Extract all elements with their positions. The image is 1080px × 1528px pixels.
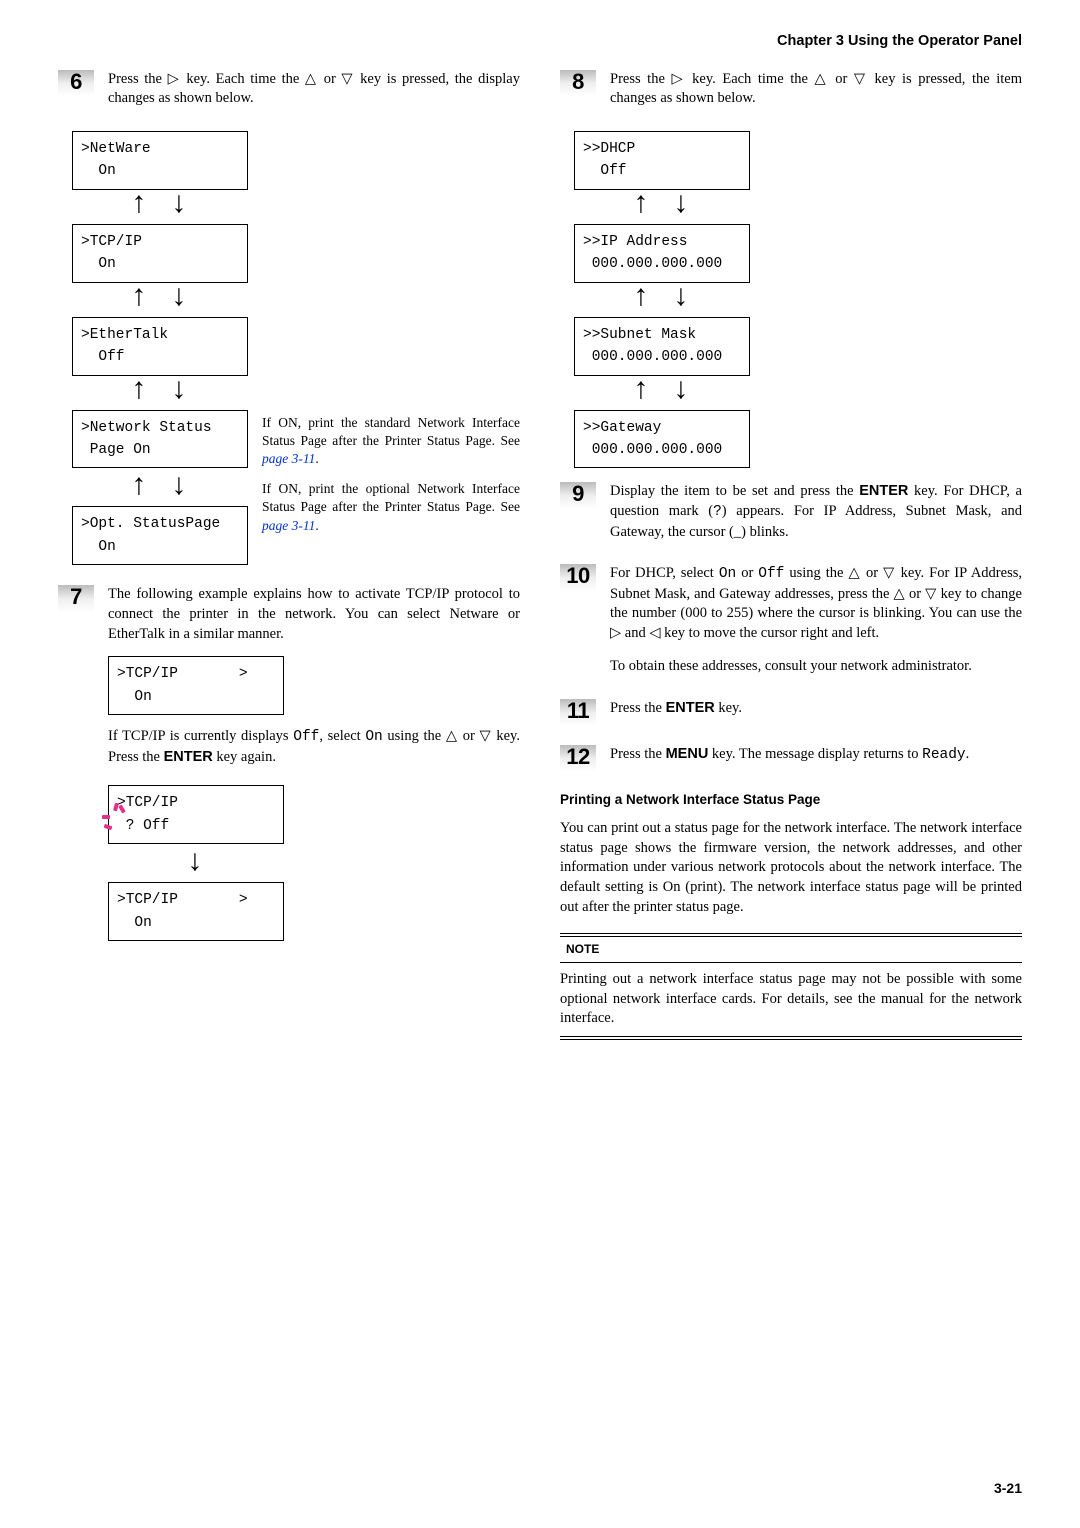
left-triangle-icon: ◁ <box>649 625 660 641</box>
section-body: You can print out a status page for the … <box>560 819 1022 917</box>
blink-cursor-icon <box>106 807 130 831</box>
lcd-tcpip-off-blink: >TCP/IP ? Off <box>108 785 284 844</box>
lcd-gateway: >>Gateway 000.000.000.000 <box>574 410 750 469</box>
step-6-text: Press the ▷ key. Each time the △ or ▽ ke… <box>108 70 520 109</box>
up-triangle-icon: △ <box>305 71 318 87</box>
annotation-network-status: If ON, print the standard Network Interf… <box>262 410 520 469</box>
lcd-subnet-mask: >>Subnet Mask 000.000.000.000 <box>574 317 750 376</box>
step-8-text: Press the ▷ key. Each time the △ or ▽ ke… <box>610 70 1022 109</box>
annotation-opt-status: If ON, print the optional Network Interf… <box>262 476 520 535</box>
page-link[interactable]: page 3-11 <box>262 451 315 466</box>
right-triangle-icon: ▷ <box>671 71 685 87</box>
lcd-tcpip-on-arrow: >TCP/IP > On <box>108 656 284 715</box>
step-number: 7 <box>58 585 94 612</box>
page-number: 3-21 <box>994 1479 1022 1498</box>
section-heading: Printing a Network Interface Status Page <box>560 791 1022 809</box>
step-10: 10 For DHCP, select On or Off using the … <box>560 564 1022 685</box>
up-triangle-icon: △ <box>815 71 829 87</box>
step-number: 6 <box>58 70 94 97</box>
updown-arrow-icon: ↑ ↓ <box>574 376 750 406</box>
up-triangle-icon: △ <box>848 565 861 581</box>
right-triangle-icon: ▷ <box>610 625 621 641</box>
step-9-text: Display the item to be set and press the… <box>610 482 1022 542</box>
step-11: 11 Press the ENTER key. <box>560 699 1022 727</box>
updown-arrow-icon: ↑ ↓ <box>72 376 248 406</box>
step-6: 6 Press the ▷ key. Each time the △ or ▽ … <box>58 70 520 117</box>
updown-arrow-icon: ↑ ↓ <box>72 283 248 313</box>
updown-arrow-icon: ↑ ↓ <box>574 190 750 220</box>
lcd-opt-statuspage: >Opt. StatusPage On <box>72 506 248 565</box>
step-10-text-1: For DHCP, select On or Off using the △ o… <box>610 564 1022 643</box>
step-number: 11 <box>560 699 596 726</box>
step-number: 8 <box>560 70 596 97</box>
lcd-ip-address: >>IP Address 000.000.000.000 <box>574 224 750 283</box>
lcd-dhcp: >>DHCP Off <box>574 131 750 190</box>
down-triangle-icon: ▽ <box>480 728 492 744</box>
lcd-network-status: >Network Status Page On <box>72 410 248 469</box>
step-number: 9 <box>560 482 596 509</box>
updown-arrow-icon: ↑ ↓ <box>574 283 750 313</box>
down-triangle-icon: ▽ <box>854 71 868 87</box>
step-6-lcd-sequence: >NetWare On ↑ ↓ >TCP/IP On ↑ ↓ >EtherTal… <box>72 131 520 566</box>
step-10-text-2: To obtain these addresses, consult your … <box>610 657 1022 677</box>
chapter-title: Chapter 3 Using the Operator Panel <box>58 32 1022 52</box>
note-label: NOTE <box>560 938 605 960</box>
step-7-text-2: If TCP/IP is currently displays Off, sel… <box>108 727 520 767</box>
note-block: NOTE Printing out a network interface st… <box>560 933 1022 1040</box>
step-7-text-1: The following example explains how to ac… <box>108 585 520 644</box>
note-body: Printing out a network interface status … <box>560 964 1022 1035</box>
step-number: 12 <box>560 745 596 772</box>
step-8-lcd-sequence: >>DHCP Off ↑ ↓ >>IP Address 000.000.000.… <box>574 131 1022 469</box>
lcd-netware: >NetWare On <box>72 131 248 190</box>
down-triangle-icon: ▽ <box>341 71 354 87</box>
up-triangle-icon: △ <box>446 728 458 744</box>
step-11-text: Press the ENTER key. <box>610 699 1022 719</box>
step-9: 9 Display the item to be set and press t… <box>560 482 1022 550</box>
up-triangle-icon: △ <box>893 586 905 602</box>
right-column: 8 Press the ▷ key. Each time the △ or ▽ … <box>560 70 1022 1056</box>
down-triangle-icon: ▽ <box>925 586 937 602</box>
step-12-text: Press the MENU key. The message display … <box>610 745 1022 766</box>
lcd-tcpip: >TCP/IP On <box>72 224 248 283</box>
updown-arrow-icon: ↑ ↓ <box>72 472 248 502</box>
step-12: 12 Press the MENU key. The message displ… <box>560 745 1022 774</box>
left-column: 6 Press the ▷ key. Each time the △ or ▽ … <box>58 70 520 1056</box>
page-link[interactable]: page 3-11 <box>262 518 315 533</box>
lcd-tcpip-on-result: >TCP/IP > On <box>108 882 284 941</box>
down-triangle-icon: ▽ <box>883 565 896 581</box>
step-7: 7 The following example explains how to … <box>58 585 520 941</box>
step-number: 10 <box>560 564 596 591</box>
step-8: 8 Press the ▷ key. Each time the △ or ▽ … <box>560 70 1022 117</box>
lcd-ethertalk: >EtherTalk Off <box>72 317 248 376</box>
right-triangle-icon: ▷ <box>168 71 181 87</box>
down-arrow-icon: ↓ <box>108 848 284 878</box>
updown-arrow-icon: ↑ ↓ <box>72 190 248 220</box>
